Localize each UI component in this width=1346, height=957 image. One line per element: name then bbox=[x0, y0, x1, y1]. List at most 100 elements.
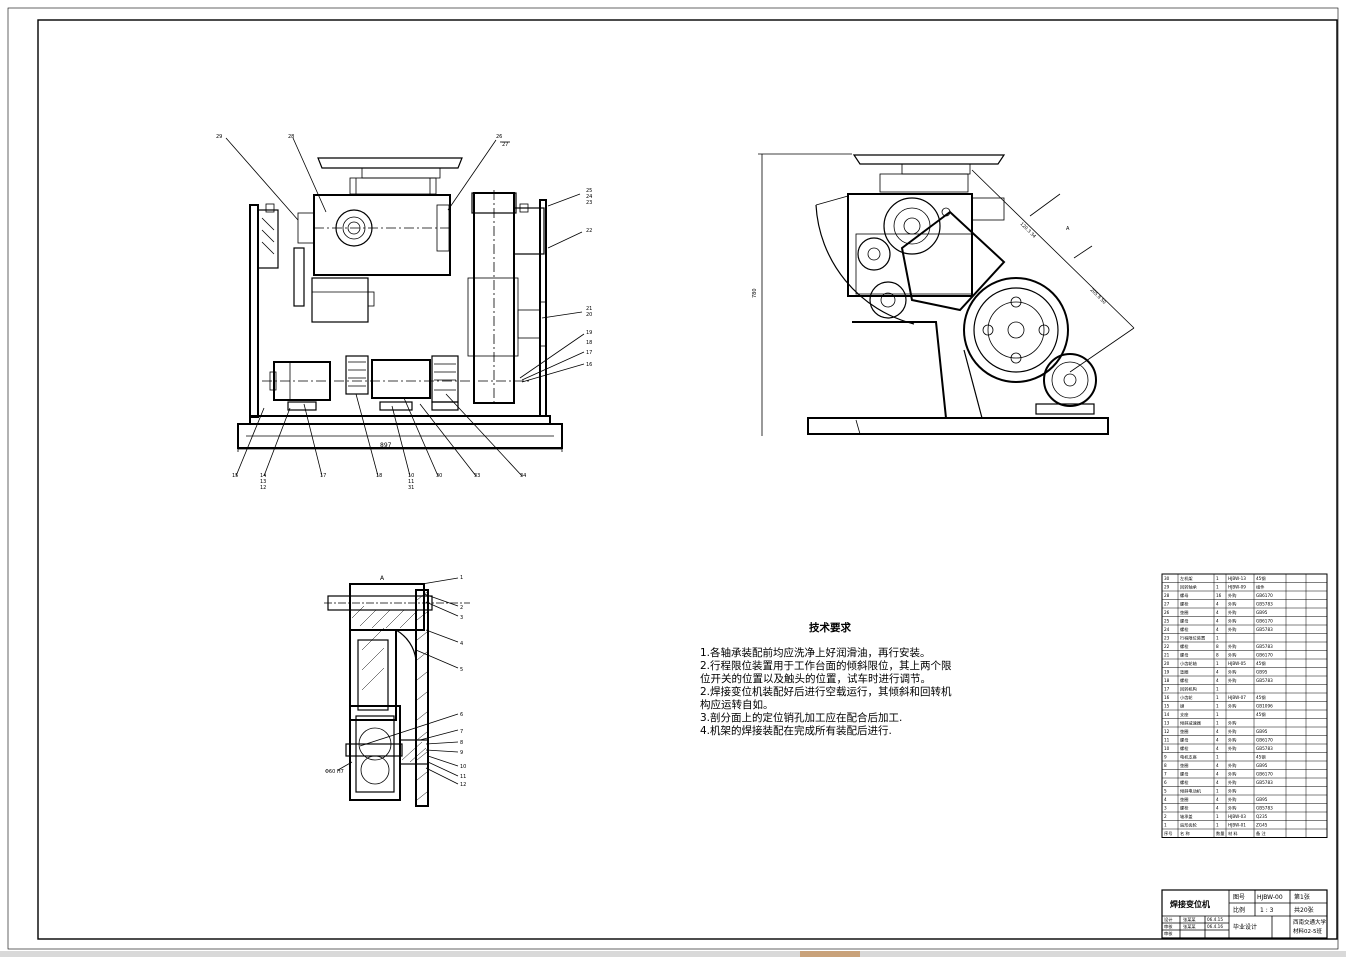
side-view: 780 120.3 34 205.8 50 A bbox=[752, 153, 1135, 436]
svg-text:31: 31 bbox=[408, 485, 414, 491]
bom-cell: GB1096 bbox=[1256, 704, 1273, 709]
title-block: 焊接变位机 图号 HJBW-00 第1张 比例 1 : 3 共20张 毕业设计 … bbox=[1161, 889, 1328, 939]
tech-line-2: 2.行程限位装置用于工作台面的倾斜限位，其上两个限 bbox=[700, 660, 952, 672]
bom-cell: 螺母 bbox=[1180, 652, 1188, 659]
svg-text:30: 30 bbox=[436, 473, 442, 479]
svg-text:5: 5 bbox=[460, 667, 463, 673]
scale-label: 比例 bbox=[1233, 906, 1245, 914]
bom-cell: 外购 bbox=[1228, 796, 1236, 803]
bom-cell: 1 bbox=[1216, 687, 1219, 692]
bom-cell: ZG45 bbox=[1256, 823, 1268, 828]
section-title: A bbox=[380, 575, 385, 582]
bom-cell: 外购 bbox=[1228, 677, 1236, 684]
bom-cell: HJBW-01 bbox=[1228, 823, 1246, 828]
taskbar-segment bbox=[800, 951, 860, 957]
tech-line-7: 4.机架的焊接装配在完成所有装配后进行. bbox=[700, 725, 892, 737]
bom-cell: GB95 bbox=[1256, 670, 1268, 675]
drawing-sheet: 897 29 28 26 27 252423 22 2120 1918 1716 bbox=[7, 7, 1339, 950]
bom-cell: Q235 bbox=[1256, 814, 1268, 819]
bom-header-cell: 序号 bbox=[1164, 830, 1172, 837]
bom-cell: 外购 bbox=[1228, 771, 1236, 778]
bom-cell: GB5783 bbox=[1256, 644, 1273, 649]
bom-cell: 3 bbox=[1164, 806, 1167, 811]
tech-line-6: 3.剖分面上的定位销孔加工应在配合后加工. bbox=[700, 712, 903, 724]
bom-cell: 30 bbox=[1164, 576, 1170, 581]
bom-cell: 外购 bbox=[1228, 788, 1236, 795]
bom-cell: 倾斜减速器 bbox=[1180, 720, 1202, 727]
bom-cell: GB95 bbox=[1256, 729, 1268, 734]
bom-header-cell: 数量 bbox=[1216, 830, 1224, 837]
svg-text:A: A bbox=[1066, 226, 1070, 232]
bom-cell: 4 bbox=[1216, 763, 1219, 768]
bom-cell: 22 bbox=[1164, 644, 1170, 649]
bom-cell: 17 bbox=[1164, 687, 1170, 692]
bom-table: 30 左机架 1 HJBW-13 45钢29 回转轴承 1 HJBW-09 组件28 螺母 16 外购… bbox=[1161, 573, 1328, 838]
bom-cell: 外购 bbox=[1228, 805, 1236, 812]
bom-cell: 19 bbox=[1164, 670, 1170, 675]
sheet-no: 第1张 bbox=[1294, 893, 1310, 901]
bom-cell: GB5783 bbox=[1256, 746, 1273, 751]
bom-cell: 1 bbox=[1216, 823, 1219, 828]
bom-cell: 24 bbox=[1164, 627, 1170, 632]
bom-cell: 垫圈 bbox=[1180, 669, 1188, 676]
bom-cell: 4 bbox=[1216, 678, 1219, 683]
bom-cell: 扇形齿轮 bbox=[1180, 822, 1198, 829]
bom-cell: GB6170 bbox=[1256, 593, 1273, 598]
bom-cell: GB6170 bbox=[1256, 772, 1273, 777]
bom-cell: 1 bbox=[1164, 823, 1167, 828]
svg-text:17: 17 bbox=[320, 473, 326, 479]
bom-cell: GB5783 bbox=[1256, 678, 1273, 683]
bom-cell: 键 bbox=[1180, 703, 1185, 710]
bom-cell: 25 bbox=[1164, 619, 1170, 624]
bom-header-cell: 名 称 bbox=[1180, 830, 1190, 837]
tech-line-4: 2.焊接变位机装配好后进行空载运行，其倾斜和回转机 bbox=[700, 686, 952, 698]
bom-cell: 外购 bbox=[1228, 618, 1236, 625]
bom-cell: 4 bbox=[1216, 738, 1219, 743]
front-view: 897 29 28 26 27 252423 22 2120 1918 1716 bbox=[216, 134, 592, 491]
bom-cell: 支座 bbox=[1180, 711, 1188, 718]
bom-cell: 外购 bbox=[1228, 745, 1236, 752]
svg-text:17: 17 bbox=[586, 350, 592, 356]
bom-cell: 4 bbox=[1216, 610, 1219, 615]
svg-text:205.8 50: 205.8 50 bbox=[1089, 287, 1108, 306]
svg-text:6: 6 bbox=[460, 712, 463, 718]
leader-29: 29 bbox=[216, 134, 222, 140]
tech-line-1: 1.各轴承装配前均应洗净上好润滑油，再行安装。 bbox=[700, 647, 931, 659]
bom-header-cell: 材 料 bbox=[1228, 830, 1239, 837]
bom-cell: GB5783 bbox=[1256, 602, 1273, 607]
bom-cell: 15 bbox=[1164, 704, 1170, 709]
bom-cell: 螺栓 bbox=[1180, 805, 1189, 812]
bom-cell: 螺母 bbox=[1180, 737, 1188, 744]
bom-cell: 电机支座 bbox=[1180, 754, 1197, 761]
bom-cell: 11 bbox=[1164, 738, 1170, 743]
drawing-no-label: 图号 bbox=[1233, 894, 1245, 901]
svg-text:1: 1 bbox=[460, 575, 463, 581]
bom-cell: 16 bbox=[1164, 695, 1170, 700]
svg-text:12: 12 bbox=[260, 485, 266, 491]
svg-text:18: 18 bbox=[586, 340, 592, 346]
role-2: 审核 bbox=[1164, 923, 1173, 930]
taskbar-strip bbox=[0, 951, 1346, 957]
drawing-no: HJBW-00 bbox=[1257, 894, 1283, 901]
bom-cell: 外购 bbox=[1228, 652, 1236, 659]
role-1-name: 张某某 bbox=[1183, 916, 1196, 923]
bom-cell: 外购 bbox=[1228, 643, 1236, 650]
bom-cell: HJBW-13 bbox=[1228, 576, 1246, 581]
school: 西南交通大学 bbox=[1293, 918, 1327, 926]
bom-cell: HJBW-09 bbox=[1228, 585, 1246, 590]
bom-cell: 外购 bbox=[1228, 601, 1236, 608]
svg-text:33: 33 bbox=[474, 473, 480, 479]
bom-cell: GB6170 bbox=[1256, 653, 1273, 658]
tech-line-3: 位开关的位置以及触头的位置，试车时进行调节。 bbox=[700, 673, 931, 685]
bom-cell: 1 bbox=[1216, 721, 1219, 726]
bom-cell: GB5783 bbox=[1256, 627, 1273, 632]
leader-28: 28 bbox=[288, 134, 294, 140]
bom-cell: HJBW-05 bbox=[1228, 661, 1246, 666]
bom-cell: 45钢 bbox=[1256, 575, 1266, 582]
bom-cell: GB5783 bbox=[1256, 806, 1273, 811]
bom-cell: 螺母 bbox=[1180, 592, 1188, 599]
bom-cell: 小齿轮轴 bbox=[1180, 660, 1197, 667]
svg-text:18: 18 bbox=[376, 473, 382, 479]
bom-cell: HJBW-07 bbox=[1228, 695, 1246, 700]
bom-cell: 外购 bbox=[1228, 762, 1236, 769]
